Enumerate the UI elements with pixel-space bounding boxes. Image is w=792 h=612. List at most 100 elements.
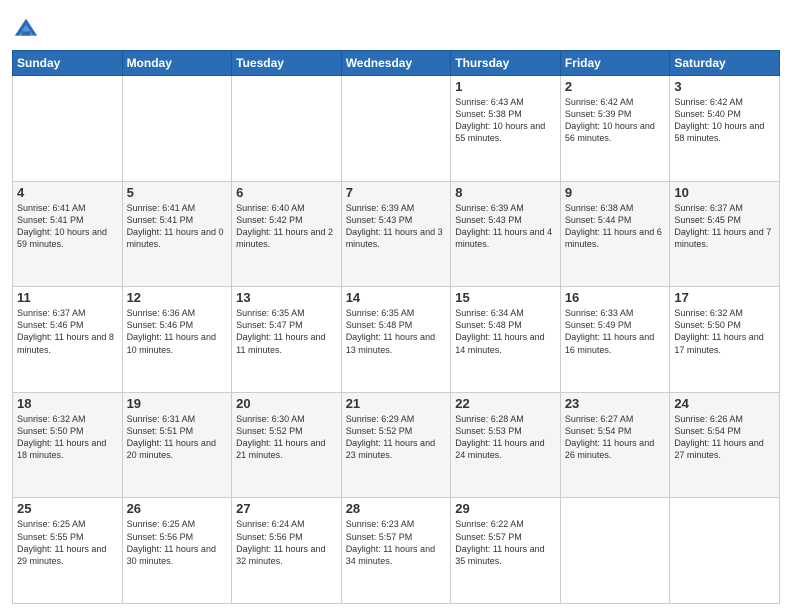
day-number: 10 <box>674 185 775 200</box>
calendar-cell: 13 Sunrise: 6:35 AM Sunset: 5:47 PM Dayli… <box>232 287 342 393</box>
day-info: Sunrise: 6:42 AM Sunset: 5:40 PM Dayligh… <box>674 96 775 145</box>
calendar-cell: 9 Sunrise: 6:38 AM Sunset: 5:44 PM Daylig… <box>560 181 670 287</box>
calendar-cell: 2 Sunrise: 6:42 AM Sunset: 5:39 PM Daylig… <box>560 76 670 182</box>
weekday-header-tuesday: Tuesday <box>232 51 342 76</box>
calendar-cell: 8 Sunrise: 6:39 AM Sunset: 5:43 PM Daylig… <box>451 181 561 287</box>
day-number: 15 <box>455 290 556 305</box>
day-number: 14 <box>346 290 447 305</box>
day-info: Sunrise: 6:39 AM Sunset: 5:43 PM Dayligh… <box>346 202 447 251</box>
calendar-cell: 4 Sunrise: 6:41 AM Sunset: 5:41 PM Daylig… <box>13 181 123 287</box>
day-number: 3 <box>674 79 775 94</box>
day-number: 26 <box>127 501 228 516</box>
calendar-cell: 20Sunrise: 6:30 AM Sunset: 5:52 PM Dayli… <box>232 392 342 498</box>
day-info: Sunrise: 6:41 AM Sunset: 5:41 PM Dayligh… <box>127 202 228 251</box>
day-number: 2 <box>565 79 666 94</box>
weekday-header-thursday: Thursday <box>451 51 561 76</box>
calendar-cell <box>122 76 232 182</box>
day-info: Sunrise: 6:32 AM Sunset: 5:50 PM Dayligh… <box>674 307 775 356</box>
calendar-cell: 18 Sunrise: 6:32 AM Sunset: 5:50 PM Dayli… <box>13 392 123 498</box>
week-row-4: 18 Sunrise: 6:32 AM Sunset: 5:50 PM Dayli… <box>13 392 780 498</box>
page-header <box>12 10 780 44</box>
calendar-cell <box>232 76 342 182</box>
weekday-header-friday: Friday <box>560 51 670 76</box>
day-number: 29 <box>455 501 556 516</box>
day-info: Sunrise: 6:22 AM Sunset: 5:57 PM Dayligh… <box>455 518 556 567</box>
day-info: Sunrise: 6:39 AM Sunset: 5:43 PM Dayligh… <box>455 202 556 251</box>
day-info: Sunrise: 6:24 AM Sunset: 5:56 PM Dayligh… <box>236 518 337 567</box>
day-info: Sunrise: 6:40 AM Sunset: 5:42 PM Dayligh… <box>236 202 337 251</box>
day-info: Sunrise: 6:23 AM Sunset: 5:57 PM Dayligh… <box>346 518 447 567</box>
calendar-cell: 24Sunrise: 6:26 AM Sunset: 5:54 PM Dayli… <box>670 392 780 498</box>
calendar-cell: 25 Sunrise: 6:25 AM Sunset: 5:55 PM Dayli… <box>13 498 123 604</box>
day-number: 5 <box>127 185 228 200</box>
day-number: 19 <box>127 396 228 411</box>
calendar-cell: 7 Sunrise: 6:39 AM Sunset: 5:43 PM Daylig… <box>341 181 451 287</box>
day-number: 25 <box>17 501 118 516</box>
day-number: 21 <box>346 396 447 411</box>
weekday-header-saturday: Saturday <box>670 51 780 76</box>
week-row-1: 1Sunrise: 6:43 AM Sunset: 5:38 PM Daylig… <box>13 76 780 182</box>
calendar-cell: 16 Sunrise: 6:33 AM Sunset: 5:49 PM Dayli… <box>560 287 670 393</box>
day-number: 8 <box>455 185 556 200</box>
day-info: Sunrise: 6:32 AM Sunset: 5:50 PM Dayligh… <box>17 413 118 462</box>
day-info: Sunrise: 6:25 AM Sunset: 5:56 PM Dayligh… <box>127 518 228 567</box>
day-number: 6 <box>236 185 337 200</box>
day-info: Sunrise: 6:31 AM Sunset: 5:51 PM Dayligh… <box>127 413 228 462</box>
day-number: 22 <box>455 396 556 411</box>
day-number: 11 <box>17 290 118 305</box>
calendar-cell: 29 Sunrise: 6:22 AM Sunset: 5:57 PM Dayli… <box>451 498 561 604</box>
day-number: 7 <box>346 185 447 200</box>
calendar-cell: 22Sunrise: 6:28 AM Sunset: 5:53 PM Dayli… <box>451 392 561 498</box>
calendar-cell: 21 Sunrise: 6:29 AM Sunset: 5:52 PM Dayli… <box>341 392 451 498</box>
day-info: Sunrise: 6:36 AM Sunset: 5:46 PM Dayligh… <box>127 307 228 356</box>
day-info: Sunrise: 6:38 AM Sunset: 5:44 PM Dayligh… <box>565 202 666 251</box>
day-number: 13 <box>236 290 337 305</box>
day-number: 23 <box>565 396 666 411</box>
calendar-cell: 26 Sunrise: 6:25 AM Sunset: 5:56 PM Dayli… <box>122 498 232 604</box>
day-number: 18 <box>17 396 118 411</box>
day-number: 28 <box>346 501 447 516</box>
calendar-cell: 3 Sunrise: 6:42 AM Sunset: 5:40 PM Daylig… <box>670 76 780 182</box>
calendar-cell: 1Sunrise: 6:43 AM Sunset: 5:38 PM Daylig… <box>451 76 561 182</box>
week-row-5: 25 Sunrise: 6:25 AM Sunset: 5:55 PM Dayli… <box>13 498 780 604</box>
calendar-cell: 17 Sunrise: 6:32 AM Sunset: 5:50 PM Dayli… <box>670 287 780 393</box>
day-info: Sunrise: 6:25 AM Sunset: 5:55 PM Dayligh… <box>17 518 118 567</box>
calendar-cell: 6 Sunrise: 6:40 AM Sunset: 5:42 PM Daylig… <box>232 181 342 287</box>
calendar-cell <box>560 498 670 604</box>
logo-icon <box>12 16 40 44</box>
day-number: 12 <box>127 290 228 305</box>
day-number: 16 <box>565 290 666 305</box>
calendar-cell: 10 Sunrise: 6:37 AM Sunset: 5:45 PM Dayli… <box>670 181 780 287</box>
calendar-cell: 19 Sunrise: 6:31 AM Sunset: 5:51 PM Dayli… <box>122 392 232 498</box>
calendar-cell <box>13 76 123 182</box>
weekday-header-monday: Monday <box>122 51 232 76</box>
day-info: Sunrise: 6:37 AM Sunset: 5:46 PM Dayligh… <box>17 307 118 356</box>
day-number: 20 <box>236 396 337 411</box>
day-info: Sunrise: 6:29 AM Sunset: 5:52 PM Dayligh… <box>346 413 447 462</box>
day-info: Sunrise: 6:41 AM Sunset: 5:41 PM Dayligh… <box>17 202 118 251</box>
day-info: Sunrise: 6:37 AM Sunset: 5:45 PM Dayligh… <box>674 202 775 251</box>
calendar-cell: 15 Sunrise: 6:34 AM Sunset: 5:48 PM Dayli… <box>451 287 561 393</box>
day-info: Sunrise: 6:34 AM Sunset: 5:48 PM Dayligh… <box>455 307 556 356</box>
calendar-cell <box>670 498 780 604</box>
day-info: Sunrise: 6:42 AM Sunset: 5:39 PM Dayligh… <box>565 96 666 145</box>
calendar-cell: 23 Sunrise: 6:27 AM Sunset: 5:54 PM Dayli… <box>560 392 670 498</box>
weekday-header-sunday: Sunday <box>13 51 123 76</box>
calendar-cell <box>341 76 451 182</box>
week-row-3: 11 Sunrise: 6:37 AM Sunset: 5:46 PM Dayli… <box>13 287 780 393</box>
calendar-cell: 5 Sunrise: 6:41 AM Sunset: 5:41 PM Daylig… <box>122 181 232 287</box>
day-number: 17 <box>674 290 775 305</box>
logo <box>12 14 44 44</box>
day-number: 27 <box>236 501 337 516</box>
day-number: 9 <box>565 185 666 200</box>
day-info: Sunrise: 6:33 AM Sunset: 5:49 PM Dayligh… <box>565 307 666 356</box>
weekday-header-wednesday: Wednesday <box>341 51 451 76</box>
calendar-cell: 12 Sunrise: 6:36 AM Sunset: 5:46 PM Dayli… <box>122 287 232 393</box>
day-info: Sunrise: 6:26 AM Sunset: 5:54 PM Dayligh… <box>674 413 775 462</box>
week-row-2: 4 Sunrise: 6:41 AM Sunset: 5:41 PM Daylig… <box>13 181 780 287</box>
day-number: 4 <box>17 185 118 200</box>
day-info: Sunrise: 6:43 AM Sunset: 5:38 PM Dayligh… <box>455 96 556 145</box>
day-info: Sunrise: 6:35 AM Sunset: 5:47 PM Dayligh… <box>236 307 337 356</box>
calendar-cell: 27 Sunrise: 6:24 AM Sunset: 5:56 PM Dayli… <box>232 498 342 604</box>
day-info: Sunrise: 6:27 AM Sunset: 5:54 PM Dayligh… <box>565 413 666 462</box>
